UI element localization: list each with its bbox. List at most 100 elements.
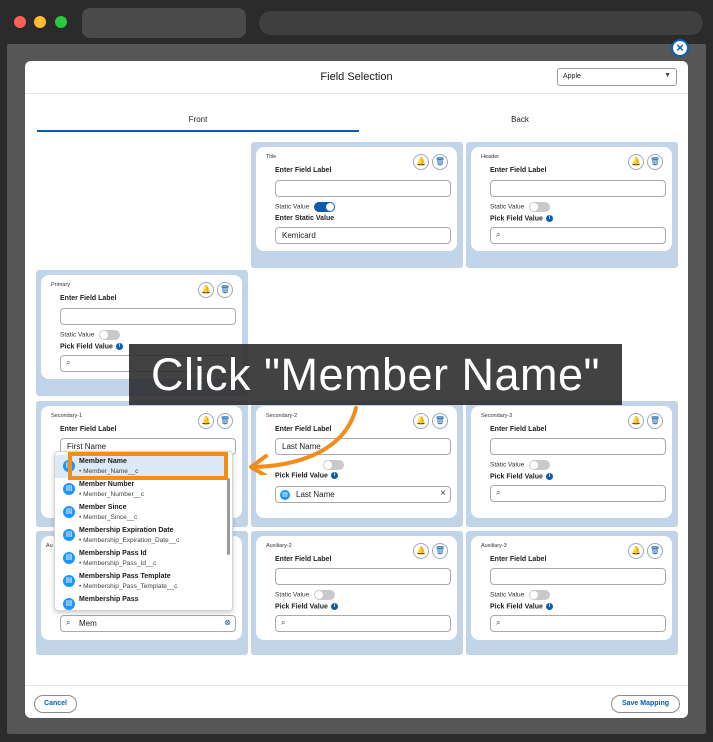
static-value-input[interactable]: Kemicard [275,227,451,244]
card-tag: Auxiliary-2 [266,543,292,549]
field-icon: ▤ [63,483,75,495]
close-window-button[interactable] [14,16,26,28]
pick-field-heading: Pick Field Value i [490,473,553,480]
field-label-heading: Enter Field Label [275,556,332,563]
static-value-toggle[interactable] [529,202,551,212]
option-api-name: • Membership_Pass_Id__c [79,560,157,567]
static-value-row: Static Value [490,590,551,600]
pointer-arrow-icon [249,406,358,475]
card-tag: Auxiliary-3 [481,543,507,549]
trash-icon[interactable]: 🗑 [647,543,663,559]
option-api-name: • Member_Number__c [79,491,145,498]
tab-back[interactable]: Back [359,115,681,124]
pick-field-search[interactable]: ⌕ [490,227,666,244]
field-icon: ▤ [63,598,75,610]
field-icon: ▤ [280,490,290,500]
address-bar[interactable] [259,11,703,35]
cancel-button[interactable]: Cancel [34,695,77,713]
field-label-heading: Enter Field Label [490,426,547,433]
pick-field-label: Pick Field Value [490,473,543,481]
static-value-toggle[interactable] [314,202,336,212]
dropdown-option[interactable]: ▤ Member Since • Member_Since__c [55,501,227,524]
dropdown-scrollbar[interactable] [227,478,230,555]
static-value-toggle[interactable] [314,590,336,600]
info-icon[interactable]: i [115,343,123,350]
card-tag: Primary [51,282,70,288]
trash-icon[interactable]: 🗑 [647,154,663,170]
field-icon: ▤ [63,552,75,564]
bell-icon[interactable]: 🔔 [628,154,644,170]
pick-field-search[interactable]: ⌕ [275,615,451,632]
dropdown-option[interactable]: ▤ Member Number • Member_Number__c [55,478,227,501]
pick-field-search[interactable]: ⌕ [490,485,666,502]
option-api-name: • Membership_Pass_Template__c [79,583,178,590]
section-auxiliary-2: Auxiliary-2 🔔 🗑 Enter Field Label Static… [251,531,463,655]
field-label-heading: Enter Field Label [60,295,117,302]
field-label-input[interactable] [60,308,236,325]
trash-icon[interactable]: 🗑 [432,154,448,170]
platform-select[interactable]: Apple ▼ [557,68,677,86]
static-value-toggle[interactable] [529,590,551,600]
trash-icon[interactable]: 🗑 [432,543,448,559]
option-api-name: • Member_Since__c [79,514,138,521]
instruction-banner: Click "Member Name" [129,344,622,405]
pick-field-search[interactable]: ⌕ [490,615,666,632]
bell-icon[interactable]: 🔔 [628,413,644,429]
field-label-input[interactable] [490,438,666,455]
bell-icon[interactable]: 🔔 [198,413,214,429]
info-icon[interactable]: i [330,603,338,610]
save-mapping-button[interactable]: Save Mapping [611,695,680,713]
arrow-curve [252,406,358,469]
bell-icon[interactable]: 🔔 [413,413,429,429]
section-header: Header 🔔 🗑 Enter Field Label Static Valu… [466,142,678,268]
static-value-heading: Enter Static Value [275,215,335,222]
field-label-heading: Enter Field Label [490,167,547,174]
pick-field-label: Pick Field Value [275,603,328,611]
card-tag: Header [481,154,500,160]
dropdown-option[interactable]: ▤ Membership Pass [55,593,227,610]
pick-field-search[interactable]: ⌕ Mem ⊗ [60,615,236,632]
clear-icon[interactable]: × [440,488,446,499]
card-tag: Au [46,543,53,549]
info-icon[interactable]: i [545,215,553,222]
static-value-toggle[interactable] [99,330,121,340]
dropdown-option[interactable]: ▤ Membership Expiration Date • Membershi… [55,524,227,547]
bell-icon[interactable]: 🔔 [198,282,214,298]
bell-icon[interactable]: 🔔 [628,543,644,559]
field-label-input[interactable] [275,180,451,197]
modal-footer: Cancel Save Mapping [25,685,688,718]
tab-front[interactable]: Front [37,115,359,124]
option-name: Member Number [79,481,135,488]
trash-icon[interactable]: 🗑 [647,413,663,429]
static-value-label: Static Value [275,591,310,599]
option-name: Membership Expiration Date [79,527,174,534]
pick-field-selected[interactable]: ▤ Last Name × [275,486,451,503]
close-modal-button[interactable]: × [671,39,689,57]
clear-search-icon[interactable]: ⊗ [224,618,231,627]
pick-field-heading: Pick Field Value i [60,343,123,350]
search-icon: ⌕ [496,618,501,627]
bell-icon[interactable]: 🔔 [413,154,429,170]
trash-icon[interactable]: 🗑 [217,413,233,429]
minimize-window-button[interactable] [34,16,46,28]
field-label-heading: Enter Field Label [490,556,547,563]
trash-icon[interactable]: 🗑 [217,282,233,298]
static-value-toggle[interactable] [529,460,551,470]
field-label-input[interactable] [275,568,451,585]
modal-header: Field Selection Apple ▼ [25,61,688,94]
dropdown-option[interactable]: ▤ Membership Pass Template • Membership_… [55,570,227,593]
static-value-row: Static Value [490,460,551,470]
field-label-heading: Enter Field Label [275,167,332,174]
search-icon: ⌕ [281,618,286,627]
info-icon[interactable]: i [545,603,553,610]
bell-icon[interactable]: 🔔 [413,543,429,559]
field-label-input[interactable] [490,180,666,197]
maximize-window-button[interactable] [55,16,67,28]
field-label-input[interactable] [490,568,666,585]
browser-tab[interactable] [82,8,246,38]
section-title: Title 🔔 🗑 Enter Field Label Static Value… [251,142,463,268]
dropdown-option[interactable]: ▤ Membership Pass Id • Membership_Pass_I… [55,547,227,570]
selected-field-value: Last Name [296,490,335,499]
trash-icon[interactable]: 🗑 [432,413,448,429]
info-icon[interactable]: i [545,473,553,480]
